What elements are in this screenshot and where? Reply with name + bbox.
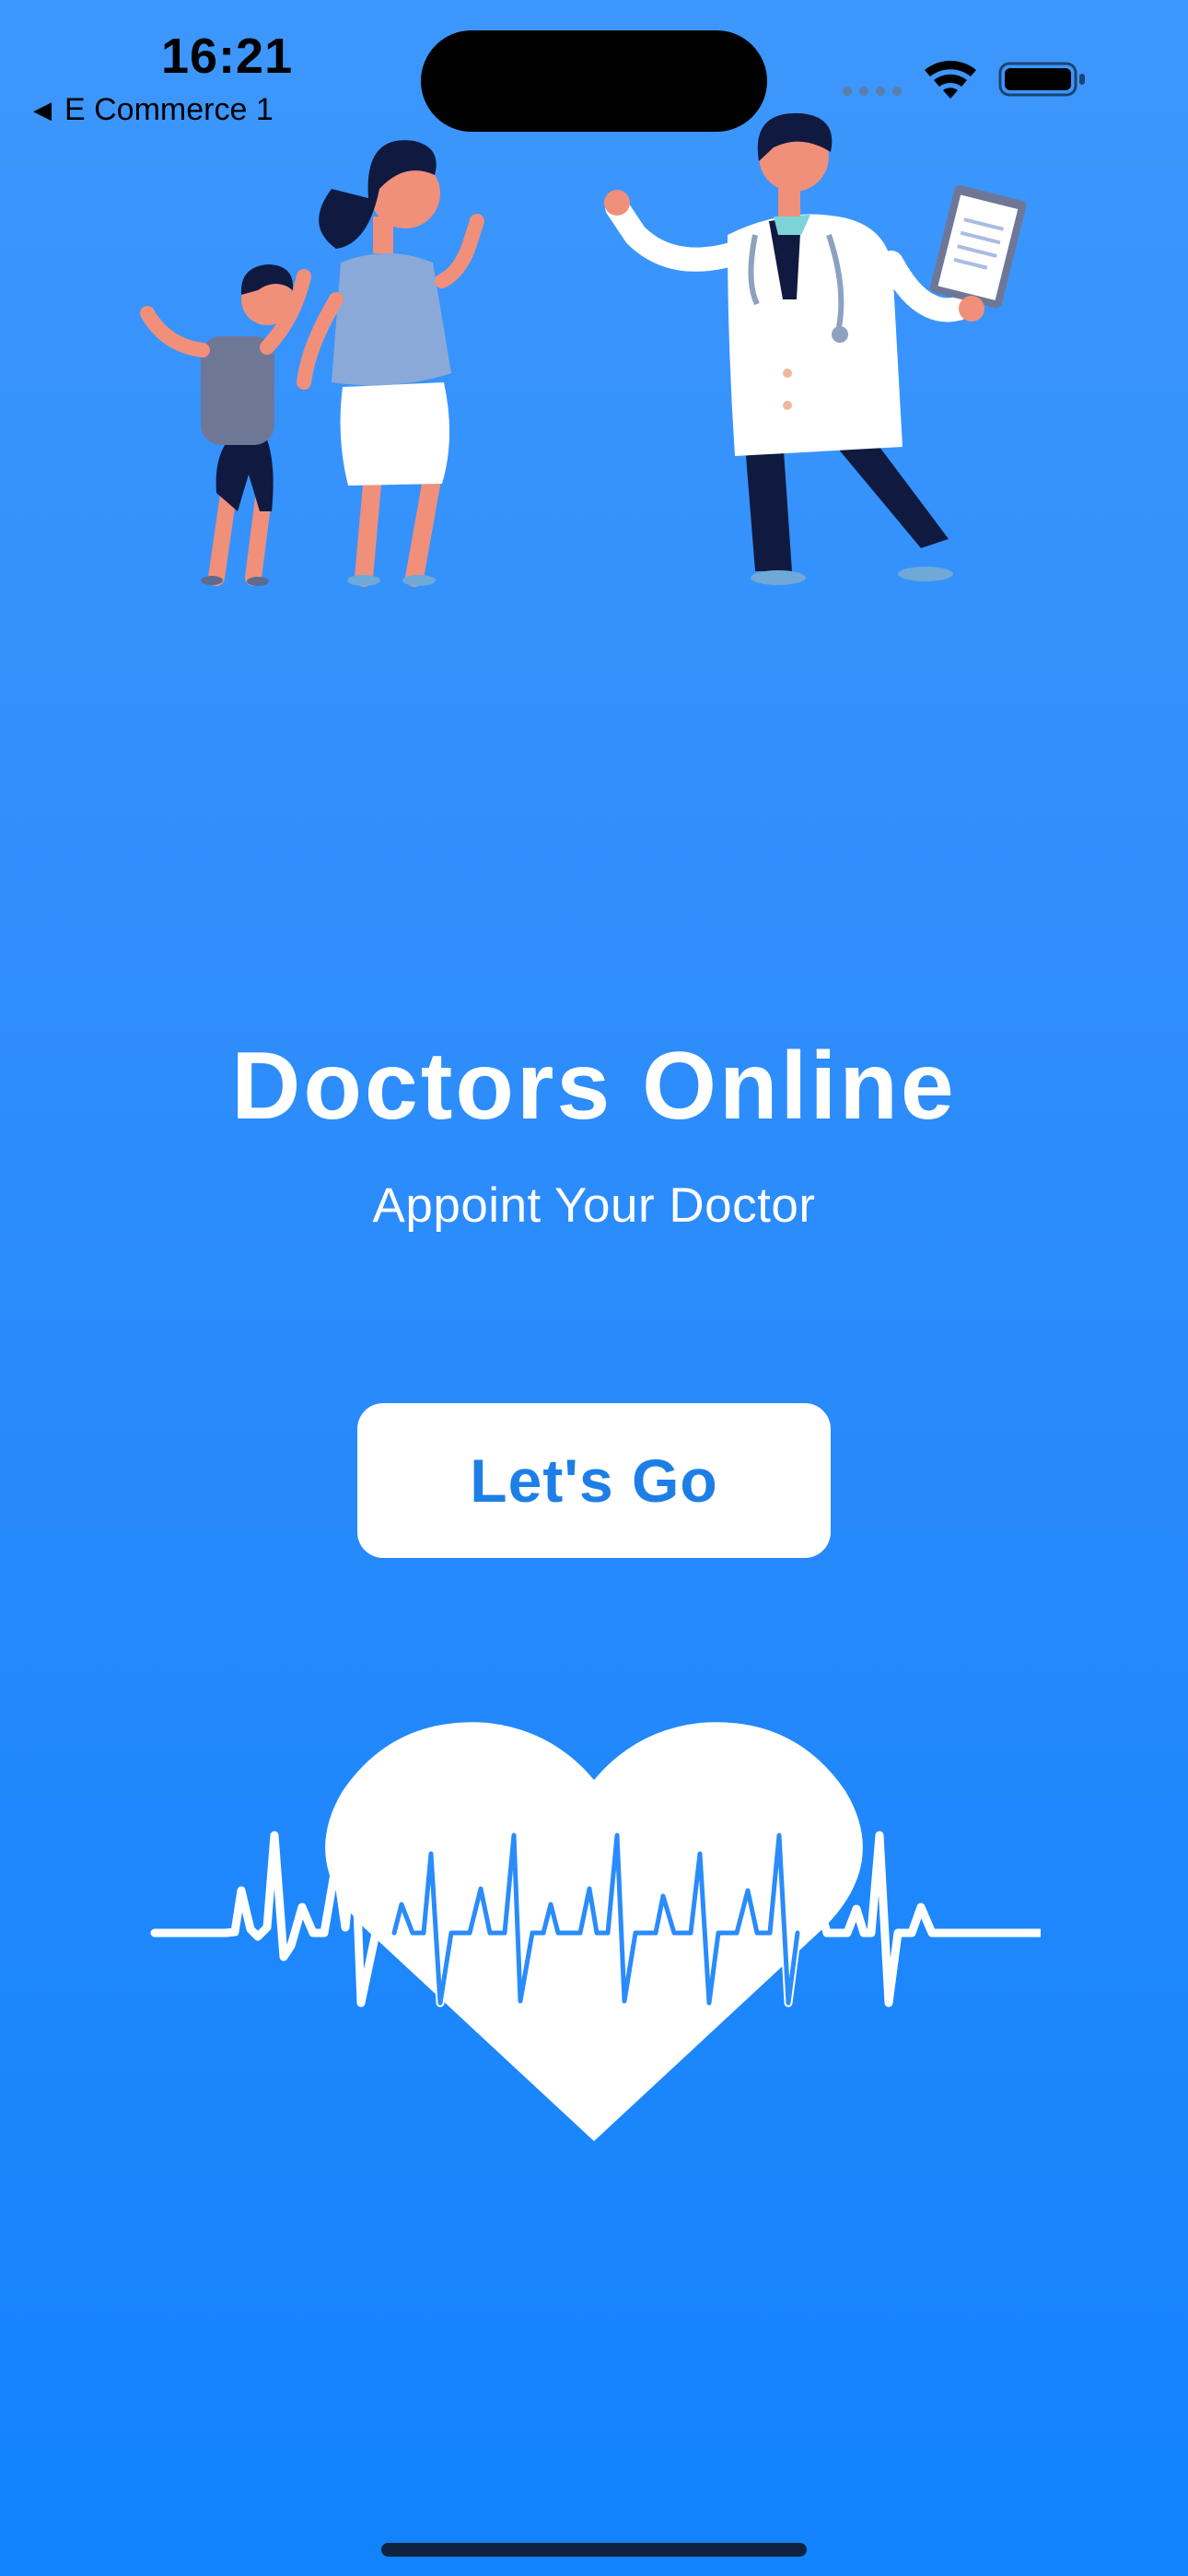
heart-heartbeat-icon — [150, 1722, 1041, 2141]
status-time: 16:21 — [161, 29, 294, 84]
doctor-figure — [604, 112, 1027, 585]
mother-figure — [297, 140, 484, 587]
app-title: Doctors Online — [231, 1033, 957, 1140]
child-figure — [140, 264, 311, 586]
app-subtitle: Appoint Your Doctor — [372, 1178, 816, 1233]
lets-go-button[interactable]: Let's Go — [357, 1403, 831, 1558]
back-arrow-icon: ◀ — [33, 96, 52, 123]
battery-icon — [998, 62, 1085, 97]
cellular-icon — [843, 87, 902, 96]
wifi-icon — [925, 60, 976, 99]
home-indicator[interactable] — [381, 2543, 807, 2557]
doctor-family-illustration — [140, 112, 1027, 587]
